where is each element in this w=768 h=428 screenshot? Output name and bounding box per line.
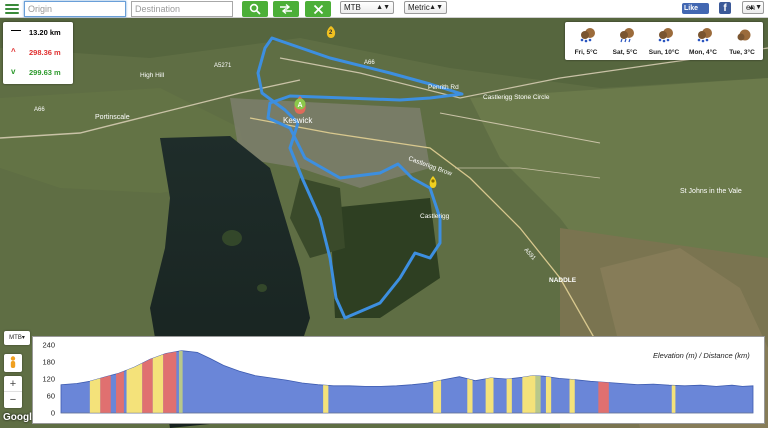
grade-band — [506, 350, 512, 413]
grade-band — [598, 350, 609, 413]
grade-band — [323, 350, 329, 413]
descent-stat: v 299.63 m — [3, 63, 73, 81]
grade-band — [142, 350, 153, 413]
facebook-like-button[interactable]: Like — [682, 3, 709, 14]
activity-select[interactable]: MTB ▲▼ — [340, 1, 394, 14]
facebook-icon[interactable]: f — [719, 2, 731, 14]
grade-band — [522, 350, 536, 413]
menu-icon[interactable] — [4, 2, 20, 16]
chevron-down-icon: v — [11, 67, 16, 76]
weather-day-label: Mon, 4°C — [689, 49, 717, 56]
grade-band — [126, 350, 143, 413]
activity-value: MTB — [344, 3, 361, 12]
label-penrith-rd: Penrith Rd — [428, 84, 459, 91]
distance-value: 13.20 km — [29, 28, 61, 37]
grade-band — [100, 350, 111, 413]
ascent-value: 298.36 m — [29, 48, 61, 57]
snow-icon — [658, 28, 673, 43]
grade-band — [152, 350, 164, 413]
label-st-johns: St Johns in the Vale — [680, 188, 742, 195]
weather-day-label: Tue, 3°C — [729, 49, 755, 56]
zoom-in-button[interactable]: + — [4, 376, 22, 392]
weather-day-label: Sun, 10°C — [648, 49, 680, 56]
y-tick-label: 180 — [42, 358, 55, 367]
label-castlerigg: Castlerigg — [420, 213, 450, 220]
zoom-control: + − — [4, 376, 22, 408]
origin-input[interactable] — [24, 1, 126, 17]
label-a5271: A5271 — [214, 63, 232, 69]
grade-band — [467, 350, 473, 413]
elevation-chart-title: Elevation (m) / Distance (km) — [653, 351, 750, 360]
grade-band — [89, 350, 101, 413]
label-a66-north: A66 — [364, 60, 375, 66]
map-type-control[interactable]: MTB▾ — [4, 331, 30, 345]
chevron-up-icon: ^ — [11, 47, 16, 56]
weather-day-sat: Sat, 5°C — [606, 22, 644, 60]
label-castlerigg-circle: Castlerigg Stone Circle — [483, 94, 550, 101]
snow-icon — [697, 28, 712, 43]
snow-icon — [580, 28, 595, 43]
select-arrow-icon: ▲▼ — [376, 4, 390, 11]
grade-band — [485, 350, 494, 413]
label-keswick: Keswick — [283, 116, 313, 125]
select-arrow-icon: ▲▼ — [429, 4, 443, 11]
y-tick-label: 120 — [42, 375, 55, 384]
facebook-like-label: Like — [684, 5, 699, 12]
weather-forecast-panel: Fri, 5°C Sat, 5°C Sun, 10°C Mon, 4°C Tue… — [565, 22, 763, 60]
select-arrow-icon: ▲▼ — [748, 4, 762, 11]
grade-band — [535, 350, 541, 413]
search-button[interactable] — [242, 1, 268, 17]
swap-button[interactable] — [273, 1, 299, 17]
minus-icon: — — [11, 25, 21, 36]
label-portinscale: Portinscale — [95, 114, 130, 121]
weather-day-fri: Fri, 5°C — [567, 22, 605, 60]
ascent-stat: ^ 298.36 m — [3, 43, 73, 61]
grade-band — [116, 350, 124, 413]
grade-band — [569, 350, 575, 413]
destination-input[interactable] — [131, 1, 233, 17]
weather-day-tue: Tue, 3°C — [723, 22, 761, 60]
close-icon — [313, 4, 323, 14]
swap-icon — [280, 3, 292, 15]
start-marker-label: A — [298, 102, 303, 109]
units-value: Metric — [408, 3, 430, 12]
descent-value: 299.63 m — [29, 68, 61, 77]
cloud-icon — [737, 29, 751, 41]
route-stats-panel: — 13.20 km ^ 298.36 m v 299.63 m — [3, 22, 73, 84]
grade-band — [433, 350, 442, 413]
weather-day-mon: Mon, 4°C — [684, 22, 722, 60]
rain-icon — [620, 28, 634, 43]
zoom-out-button[interactable]: − — [4, 392, 22, 408]
search-icon — [249, 3, 261, 15]
units-select[interactable]: Metric ▲▼ — [404, 1, 447, 14]
grade-band — [178, 350, 183, 413]
pegman-icon[interactable] — [4, 354, 22, 372]
label-a66-west: A66 — [34, 107, 45, 113]
y-tick-label: 60 — [47, 392, 55, 401]
weather-day-label: Sat, 5°C — [612, 49, 638, 56]
elevation-profile-panel: 240 180 120 60 0 Elevation (m) / Distance (k… — [32, 336, 765, 424]
weather-day-sun: Sun, 10°C — [645, 22, 683, 60]
top-toolbar: MTB▲▼ Metric▲▼ Like f en▲▼ — [0, 0, 768, 18]
label-high-hill: High Hill — [140, 72, 165, 79]
language-select[interactable]: en ▲▼ — [742, 1, 764, 14]
y-tick-label: 0 — [51, 409, 55, 418]
label-naddle: NADDLE — [549, 277, 577, 284]
weather-day-label: Fri, 5°C — [574, 49, 598, 56]
clear-button[interactable] — [305, 1, 331, 17]
distance-stat: — 13.20 km — [3, 23, 73, 41]
y-tick-label: 240 — [42, 341, 55, 350]
